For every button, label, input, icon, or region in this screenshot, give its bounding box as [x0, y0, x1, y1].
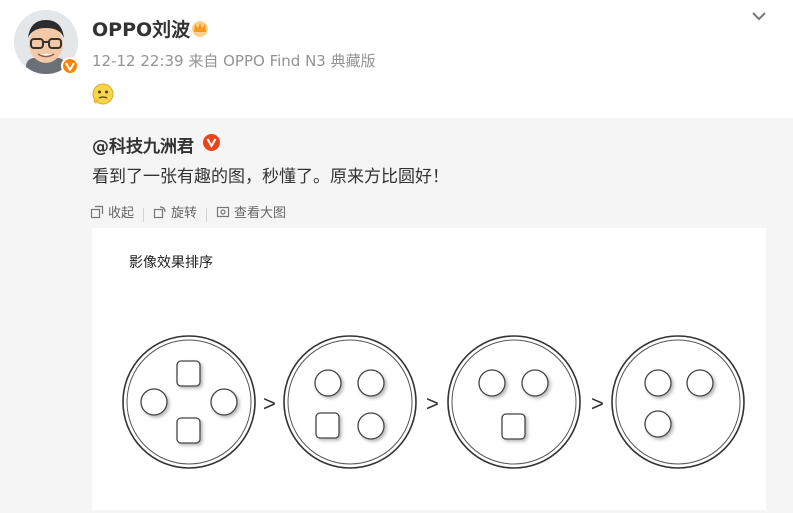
- round-lens: [644, 369, 672, 397]
- rotate-button[interactable]: 旋转: [153, 202, 197, 221]
- square-lens: [176, 417, 201, 444]
- collapse-icon: [90, 205, 104, 218]
- image-toolbar: 收起 旋转 查看大图: [90, 202, 286, 222]
- greater-than-sign: >: [426, 391, 439, 416]
- greater-than-sign: >: [263, 391, 276, 416]
- chevron-down-icon[interactable]: [748, 6, 770, 26]
- camera-module-4: [611, 335, 745, 469]
- thinking-face-emoji: [92, 83, 114, 105]
- round-lens: [521, 369, 549, 397]
- round-lens: [140, 388, 168, 416]
- rotate-label: 旋转: [171, 206, 198, 221]
- round-lens: [314, 369, 342, 397]
- greater-than-sign: >: [591, 391, 604, 416]
- verified-badge-icon: [203, 134, 220, 151]
- square-lens: [315, 412, 340, 439]
- view-large-label: 查看大图: [234, 206, 287, 221]
- weibo-post: OPPO刘波 12-12 22:39 来自 OPPO Find N3 典藏版: [0, 0, 793, 118]
- round-lens: [210, 388, 238, 416]
- camera-module-2: [283, 335, 417, 469]
- camera-module-1: [122, 335, 256, 469]
- round-lens: [357, 369, 385, 397]
- repost-card: @科技九洲君 看到了一张有趣的图，秒懂了。原来方比圆好！ 收起 旋转 查看大图: [0, 118, 793, 513]
- author-name[interactable]: OPPO刘波: [92, 15, 190, 42]
- round-lens: [644, 410, 672, 438]
- camera-module-3: [447, 335, 581, 469]
- vip-crown-icon[interactable]: [190, 18, 210, 38]
- collapse-label: 收起: [108, 206, 135, 221]
- post-meta: 12-12 22:39 来自 OPPO Find N3 典藏版: [92, 52, 376, 70]
- collapse-button[interactable]: 收起: [90, 202, 134, 221]
- verified-badge-icon: [61, 57, 79, 75]
- rotate-icon: [153, 205, 166, 218]
- repost-author[interactable]: @科技九洲君: [92, 132, 194, 157]
- view-large-button[interactable]: 查看大图: [216, 202, 286, 221]
- round-lens: [357, 412, 385, 440]
- square-lens: [176, 360, 201, 387]
- view-large-icon: [216, 206, 230, 217]
- divider: [143, 208, 145, 222]
- divider: [206, 208, 208, 222]
- camera-module-ranking-figure: > > >: [122, 335, 745, 469]
- round-lens: [478, 369, 506, 397]
- square-lens: [501, 413, 526, 440]
- attached-image[interactable]: 影像效果排序 > > >: [92, 228, 766, 510]
- repost-text: 看到了一张有趣的图，秒懂了。原来方比圆好！: [92, 167, 449, 187]
- round-lens: [686, 369, 714, 397]
